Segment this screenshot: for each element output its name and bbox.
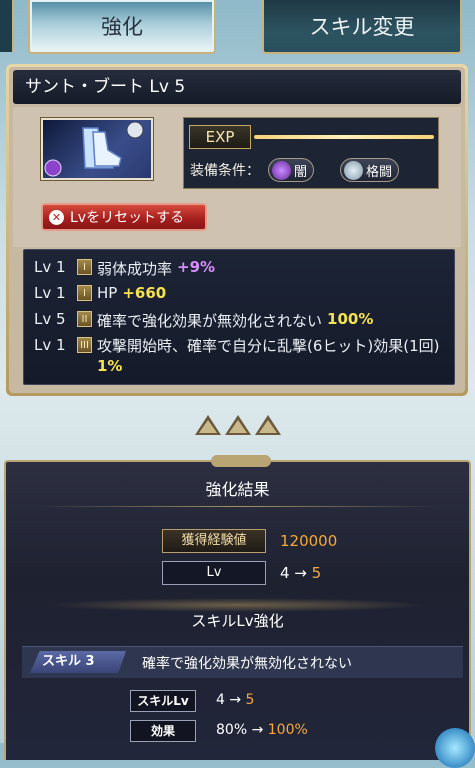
down-arrows [195,415,281,435]
condition-fist-chip: 格闘 [340,158,400,182]
lv-label: Lv [162,561,266,585]
effect-change: 80% → 100% [216,722,308,738]
exp-progress-bar [254,135,434,139]
item-panel-inner: サント・ブート Lv 5 EXP 装備条件： 闇 格闘 ✕ Lvをリセットする … [9,67,465,393]
reset-lv-button[interactable]: ✕ Lvをリセットする [41,203,207,231]
arrow-icon [195,415,221,435]
lv-change: 4 → 5 [280,564,321,582]
exp-panel: EXP 装備条件： 闇 格闘 [183,117,439,189]
stat-label: 確率で強化効果が無効化されない [97,312,323,330]
condition-dark-label: 闇 [294,164,308,180]
result-title: 強化結果 [205,480,270,499]
arrow-icon [255,415,281,435]
ornament [211,455,271,467]
tab-edge-left [0,0,14,52]
condition-fist-label: 格闘 [366,164,393,180]
stat-lv: Lv 1 [34,336,66,354]
equip-condition-label: 装備条件： [190,163,260,179]
effect-from: 80% → [216,722,264,738]
effect-to: 100% [267,722,308,738]
close-icon: ✕ [49,209,64,225]
stat-row: Lv 1 I HP +660 [34,284,166,302]
dark-element-icon [272,160,291,180]
arrow-icon [225,415,251,435]
exp-gain-label: 獲得経験値 [162,529,266,553]
skill-lv-change: 4 → 5 [216,692,254,708]
skill-lv-label: スキルLv [130,690,196,712]
lv-to: 5 [311,564,322,582]
stat-row: Lv 1 III 攻撃開始時、確率で自分に乱撃(6ヒット)効果(1回) 1% [34,336,449,376]
tab-enhance[interactable]: 強化 [28,0,216,54]
stat-value: +9% [177,258,216,276]
orb-icon [435,728,475,768]
exp-gain-value: 120000 [280,532,338,550]
skill-lv-to: 5 [245,692,255,708]
tab-skill-change[interactable]: スキル変更 [262,0,462,54]
stat-row: Lv 5 II 確率で強化効果が無効化されない 100% [34,310,373,331]
stat-lv: Lv 1 [34,284,66,302]
rank-badge: I [77,259,92,275]
exp-label: EXP [189,125,251,149]
divider [36,506,439,507]
stat-row: Lv 1 I 弱体成功率 +9% [34,258,215,279]
rank-badge: III [77,337,92,353]
stats-list: Lv 1 I 弱体成功率 +9% Lv 1 I HP +660 Lv 5 II … [23,249,455,385]
stat-value: +660 [122,284,167,302]
skill-lv-from: 4 → [216,692,242,708]
item-name: サント・ブート Lv 5 [13,70,461,104]
rank-badge: I [77,285,92,301]
reset-lv-label: Lvをリセットする [70,210,185,226]
skill-tag: スキル 3 [30,651,126,673]
effect-label: 効果 [130,720,196,742]
skill-row: スキル 3 確率で強化効果が無効化されない [22,646,463,678]
skill-name: 確率で強化効果が無効化されない [142,656,352,672]
stat-label-wrap: 攻撃開始時、確率で自分に乱撃(6ヒット)効果(1回) 1% [97,336,449,376]
stat-value: 100% [327,310,374,328]
stat-lv: Lv 5 [34,310,66,328]
rank-badge: II [77,311,92,327]
stat-value: 1% [97,357,123,375]
item-panel: サント・ブート Lv 5 EXP 装備条件： 闇 格闘 ✕ Lvをリセットする … [6,64,468,396]
tab-bar: 強化 スキル変更 [0,0,475,58]
item-thumbnail[interactable] [40,117,154,181]
boots-icon [44,121,144,177]
condition-dark-chip: 闇 [268,158,315,182]
result-panel: 強化結果 獲得経験値 120000 Lv 4 → 5 スキルLv強化 スキル 3… [4,455,471,760]
skill-section-title: スキルLv強化 [191,612,284,630]
lv-from: 4 → [280,564,307,582]
stat-label: 弱体成功率 [97,260,173,278]
stat-label: HP [97,284,118,302]
fist-weapon-icon [344,160,363,180]
stat-label: 攻撃開始時、確率で自分に乱撃(6ヒット)効果(1回) [97,337,440,355]
stat-lv: Lv 1 [34,258,66,276]
